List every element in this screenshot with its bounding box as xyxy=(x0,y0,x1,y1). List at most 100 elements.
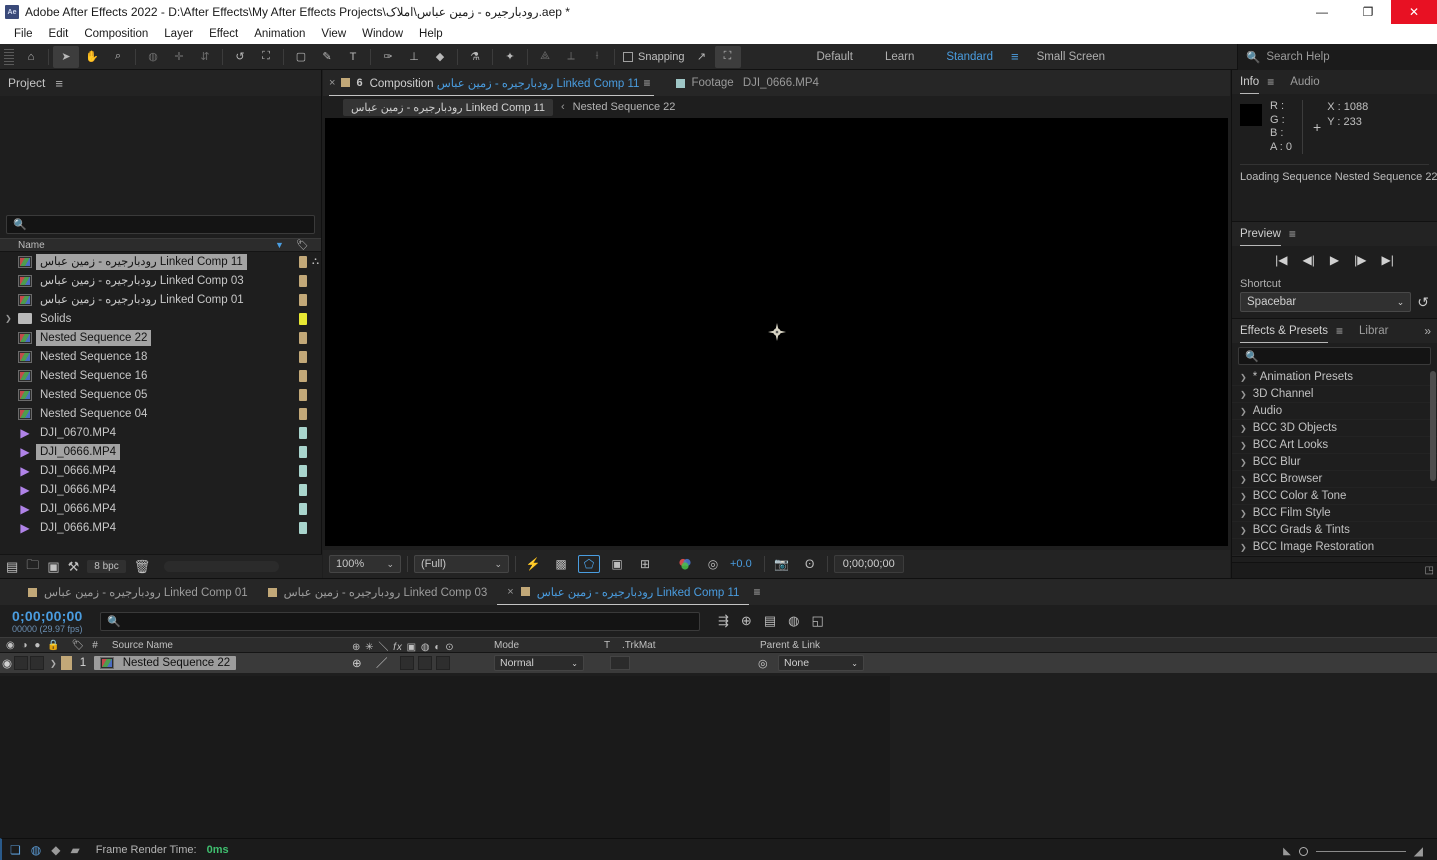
reset-shortcut-icon[interactable]: ↺ xyxy=(1417,294,1429,311)
column-trkmat[interactable]: .TrkMat xyxy=(622,640,656,651)
column-parent-link[interactable]: Parent & Link xyxy=(760,640,820,651)
solo-switch-icon[interactable] xyxy=(30,656,44,670)
resize-grip-icon[interactable]: ◳ xyxy=(1425,565,1434,576)
bit-depth-button[interactable]: 8 bpc xyxy=(87,560,126,573)
dolly-tool-icon[interactable]: ⇵ xyxy=(192,46,218,68)
column-t[interactable]: T xyxy=(604,640,610,651)
menu-item-animation[interactable]: Animation xyxy=(246,24,313,44)
minimize-button[interactable]: — xyxy=(1299,0,1345,24)
breadcrumb-current[interactable]: رودبارجیره - زمین عباس Linked Comp 11 xyxy=(343,98,553,116)
effects-category-row[interactable]: ❯ 3D Channel xyxy=(1232,386,1437,403)
menu-item-layer[interactable]: Layer xyxy=(156,24,201,44)
zoom-slider-track[interactable] xyxy=(1315,850,1406,852)
zoom-slider-knob[interactable] xyxy=(1298,846,1308,856)
list-item[interactable]: Nested Sequence 16 xyxy=(0,366,321,385)
workspace-standard[interactable]: Standard xyxy=(930,51,1009,63)
previous-frame-button[interactable]: ◀| xyxy=(1303,253,1315,267)
frame-blend-switch-icon[interactable] xyxy=(418,656,432,670)
chevron-right-icon[interactable]: ❯ xyxy=(1240,458,1247,467)
column-source-name[interactable]: Source Name xyxy=(112,640,173,651)
label-color-swatch[interactable] xyxy=(299,274,307,287)
tab-composition[interactable]: × 6 Composition رودبارجیره - زمین عباس L… xyxy=(329,70,655,96)
zoom-out-icon[interactable]: ◣ xyxy=(1283,846,1291,857)
shortcut-select[interactable]: Spacebar ⌄ xyxy=(1240,292,1412,312)
menu-item-window[interactable]: Window xyxy=(354,24,411,44)
chevron-right-icon[interactable]: ❯ xyxy=(1240,390,1247,399)
chevron-right-icon[interactable]: ❯ xyxy=(1240,509,1247,518)
list-item[interactable]: ▶ DJI_0666.MP4 xyxy=(0,518,321,537)
chevron-right-icon[interactable]: ❯ xyxy=(1240,492,1247,501)
chevron-right-icon[interactable]: ❯ xyxy=(1240,475,1247,484)
snap-align-icon[interactable]: ↗ xyxy=(689,46,715,68)
composition-mini-flowchart-icon[interactable]: ⇶ xyxy=(718,613,729,629)
snap-bounds-icon[interactable]: ⛶ xyxy=(714,45,741,68)
zoom-level-select[interactable]: 100% ⌄ xyxy=(329,555,401,573)
quality-switch-icon[interactable]: ／ xyxy=(376,655,388,671)
composition-viewer[interactable] xyxy=(325,118,1228,546)
info-panel-menu-icon[interactable]: ≡ xyxy=(1267,75,1274,89)
exposure-value[interactable]: +0.0 xyxy=(730,558,752,570)
clone-stamp-tool-icon[interactable]: ⊥ xyxy=(401,46,427,68)
sort-descending-icon[interactable]: ▼ xyxy=(275,240,284,250)
effects-category-row[interactable]: ❯ BCC Color & Tone xyxy=(1232,488,1437,505)
project-search-input[interactable]: 🔍 xyxy=(6,215,315,234)
preview-panel-menu-icon[interactable]: ≡ xyxy=(1289,227,1296,241)
close-icon[interactable]: × xyxy=(507,586,513,598)
interpret-footage-icon[interactable]: ▤ xyxy=(6,559,18,575)
chevron-right-icon[interactable]: ❯ xyxy=(5,314,12,323)
render-queue-icon[interactable]: ❏ xyxy=(10,843,21,857)
channel-selector-icon[interactable] xyxy=(674,555,696,573)
timeline-layer-area[interactable] xyxy=(0,676,890,839)
label-color-swatch[interactable] xyxy=(299,426,307,439)
effects-category-row[interactable]: ❯ BCC 3D Objects xyxy=(1232,420,1437,437)
cache-indicator-icon[interactable]: ◍ xyxy=(31,843,41,857)
list-item[interactable]: رودبارجیره - زمین عباس Linked Comp 03 xyxy=(0,271,321,290)
list-item[interactable]: رودبارجیره - زمین عباس Linked Comp 01 xyxy=(0,290,321,309)
multiframe-render-icon[interactable]: ◆ xyxy=(51,843,60,857)
close-button[interactable]: ✕ xyxy=(1391,0,1437,24)
column-mode[interactable]: Mode xyxy=(494,640,519,651)
project-column-name[interactable]: Name xyxy=(0,240,45,251)
local-axis-icon[interactable]: ⟁ xyxy=(532,46,558,68)
table-row[interactable]: ◉ ❯ 1 Nested Sequence 22 ⊕ ／ Normal ⌄ ◎ … xyxy=(0,653,1437,673)
workspace-small-screen[interactable]: Small Screen xyxy=(1021,51,1121,63)
last-frame-button[interactable]: ▶| xyxy=(1381,253,1393,267)
list-item[interactable]: ▶ DJI_0666.MP4 xyxy=(0,480,321,499)
timeline-search-input[interactable]: 🔍 xyxy=(100,611,700,631)
close-icon[interactable]: × xyxy=(329,77,335,89)
label-color-swatch[interactable] xyxy=(299,445,307,458)
chevron-right-icon[interactable]: ❯ xyxy=(1240,543,1247,552)
label-color-swatch[interactable] xyxy=(299,483,307,496)
delete-icon[interactable]: 🗑 xyxy=(134,559,151,575)
play-button[interactable]: ▶ xyxy=(1330,253,1339,267)
take-snapshot-icon[interactable]: 📷 xyxy=(771,555,793,573)
tab-audio[interactable]: Audio xyxy=(1290,76,1319,88)
show-snapshot-icon[interactable]: ʘ xyxy=(799,555,821,573)
track-matte-box[interactable] xyxy=(610,656,630,670)
chevron-right-icon[interactable]: ❯ xyxy=(1240,424,1247,433)
search-help-box[interactable]: 🔍 Search Help xyxy=(1237,44,1437,70)
layer-label-color[interactable] xyxy=(60,656,72,670)
label-color-swatch[interactable] xyxy=(299,255,307,268)
eraser-tool-icon[interactable]: ◆ xyxy=(427,46,453,68)
effects-category-row[interactable]: ❯ BCC Film Style xyxy=(1232,505,1437,522)
draft-3d-icon[interactable]: ⊕ xyxy=(741,613,752,629)
maximize-button[interactable]: ❐ xyxy=(1345,0,1391,24)
zoom-in-icon[interactable]: ◢ xyxy=(1414,844,1423,858)
parent-select[interactable]: None ⌄ xyxy=(778,655,864,671)
effects-category-row[interactable]: ❯ BCC Browser xyxy=(1232,471,1437,488)
3d-layer-switch-icon[interactable]: ⊕ xyxy=(352,656,362,670)
brush-tool-icon[interactable]: ✑ xyxy=(375,46,401,68)
toggle-pixel-aspect-icon[interactable]: ⊞ xyxy=(634,555,656,573)
first-frame-button[interactable]: |◀ xyxy=(1275,253,1287,267)
list-item[interactable]: Nested Sequence 18 xyxy=(0,347,321,366)
label-color-swatch[interactable] xyxy=(299,293,307,306)
effects-category-row[interactable]: ❯ BCC Image Restoration xyxy=(1232,539,1437,556)
next-frame-button[interactable]: |▶ xyxy=(1354,253,1366,267)
cpu-usage-icon[interactable]: ▰ xyxy=(70,843,79,857)
anchor-point-tool-icon[interactable]: ⛶ xyxy=(253,46,279,68)
list-item[interactable]: Nested Sequence 05 xyxy=(0,385,321,404)
video-switch-icon[interactable]: ◉ xyxy=(0,656,14,670)
world-axis-icon[interactable]: ⟂ xyxy=(558,46,584,68)
puppet-pin-tool-icon[interactable]: ✦ xyxy=(497,46,523,68)
